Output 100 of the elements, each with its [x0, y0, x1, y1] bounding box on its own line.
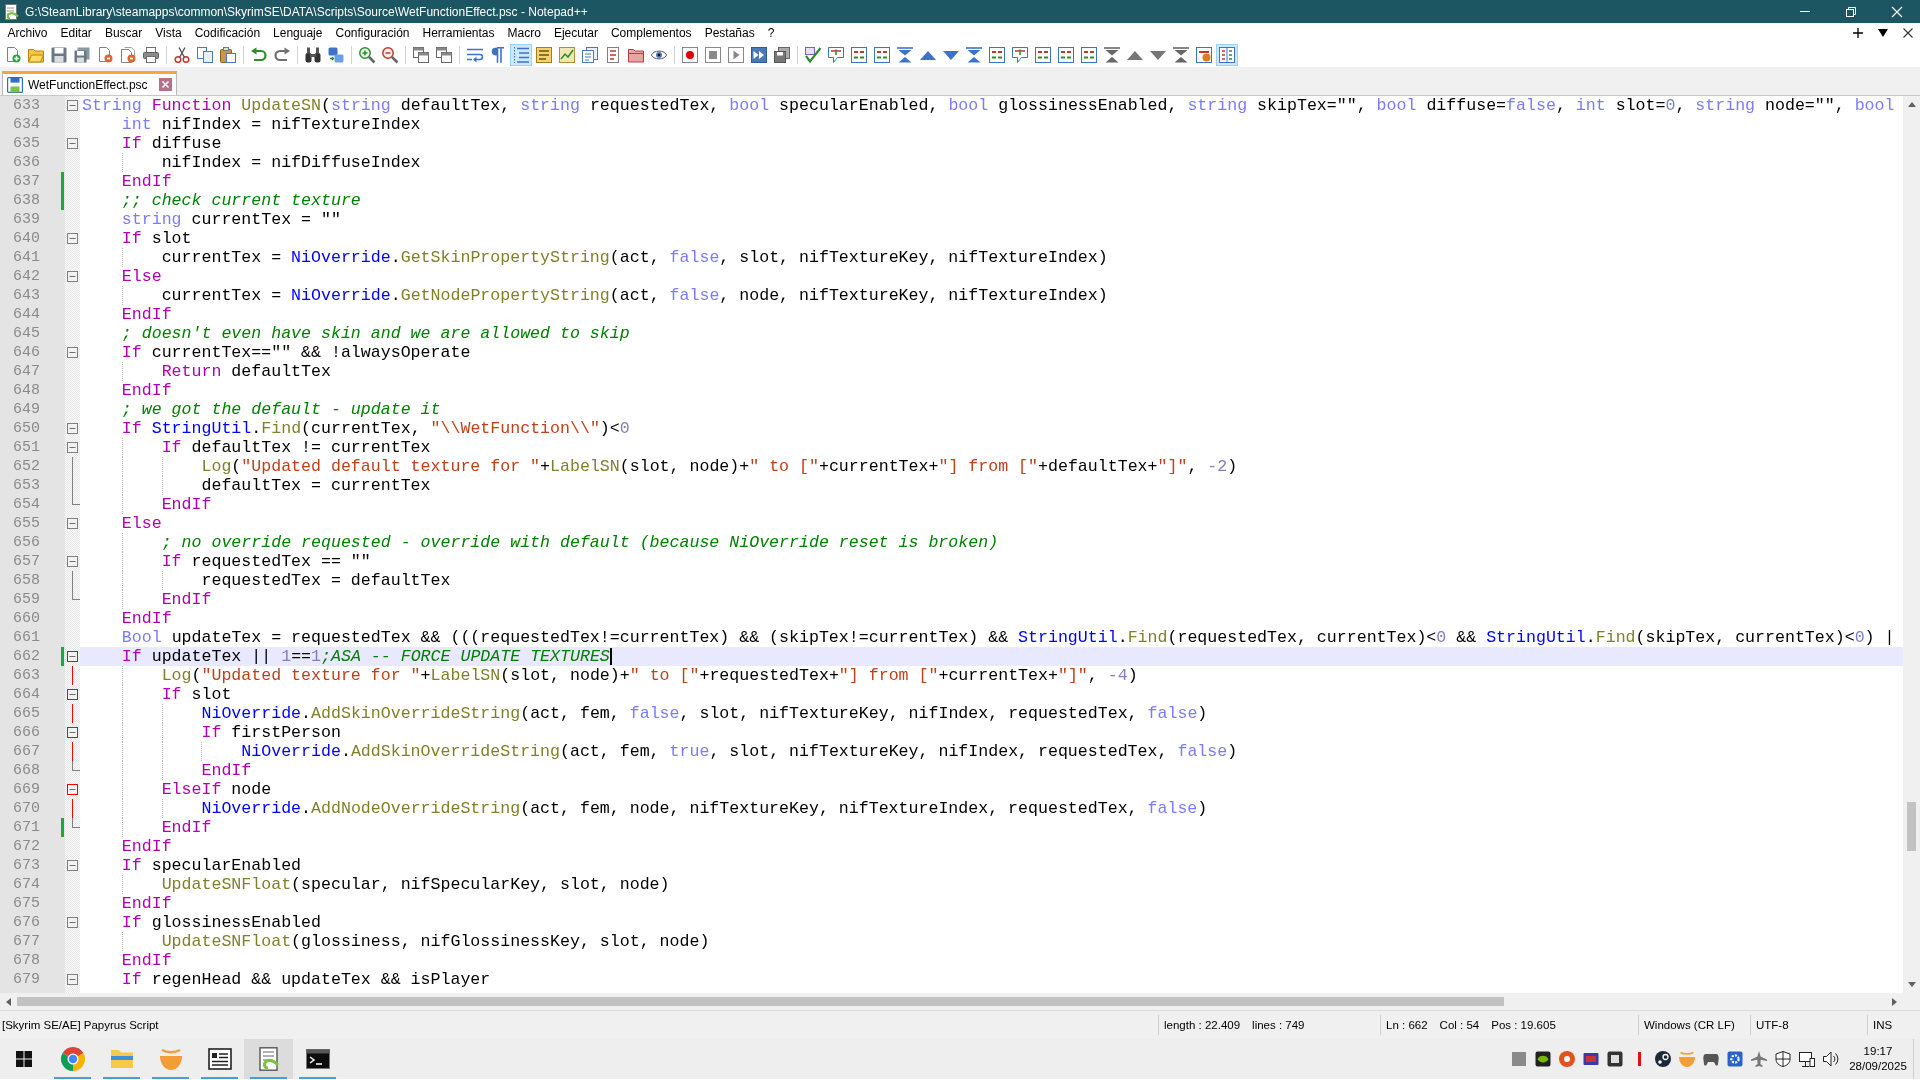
- collapse-icon[interactable]: [67, 784, 78, 795]
- file-tab[interactable]: WetFunctionEffect.psc: [2, 71, 177, 95]
- menu-item[interactable]: ?: [761, 24, 781, 42]
- collapse-icon[interactable]: [67, 917, 78, 928]
- toolbar-button[interactable]: [848, 44, 870, 66]
- line-number: 675: [13, 894, 40, 913]
- restore-icon: [1846, 6, 1856, 17]
- vertical-scrollbar[interactable]: [1903, 96, 1920, 993]
- line-number: 635: [13, 134, 40, 153]
- gamepad-icon[interactable]: [1703, 1051, 1719, 1067]
- menu-item[interactable]: Buscar: [98, 24, 149, 42]
- clock-date[interactable]: 28/09/2025: [1849, 1059, 1907, 1074]
- collapse-icon[interactable]: [67, 423, 78, 434]
- toolbar-button[interactable]: [433, 44, 455, 66]
- collapse-icon[interactable]: [67, 347, 78, 358]
- clock-time[interactable]: 19:17: [1863, 1044, 1893, 1059]
- menu-item[interactable]: Configuración: [328, 24, 416, 42]
- triangle-up-icon[interactable]: [1907, 102, 1916, 107]
- disc-icon[interactable]: [1655, 1051, 1671, 1067]
- badge-icon[interactable]: [1535, 1051, 1551, 1067]
- screen-icon[interactable]: [1583, 1051, 1599, 1067]
- collapse-icon[interactable]: [67, 556, 78, 567]
- line-number: 642: [13, 267, 40, 286]
- square-icon[interactable]: [1511, 1051, 1527, 1067]
- collapse-icon[interactable]: [67, 518, 78, 529]
- collapse-icon[interactable]: [67, 100, 78, 111]
- menu-item[interactable]: Vista: [148, 24, 189, 42]
- toolbar-button[interactable]: [1032, 44, 1054, 66]
- code-line: EndIf: [121, 894, 172, 913]
- airplane-icon[interactable]: [1751, 1051, 1767, 1067]
- close-icon[interactable]: [1902, 28, 1913, 38]
- plus-icon[interactable]: [1852, 28, 1863, 38]
- toolbar-button[interactable]: [1193, 44, 1215, 66]
- article-icon: [207, 1047, 232, 1071]
- collapse-icon[interactable]: [67, 138, 78, 149]
- collapse-icon[interactable]: [67, 442, 78, 453]
- menu-item[interactable]: Herramientas: [416, 24, 502, 42]
- menu-item[interactable]: Pestañas: [698, 24, 762, 42]
- triangle-left-icon[interactable]: [6, 997, 11, 1006]
- menu-item[interactable]: Editar: [54, 24, 99, 42]
- collapse-icon[interactable]: [67, 860, 78, 871]
- toolbar-button[interactable]: [986, 44, 1008, 66]
- code-line: ; doesn't even have skin and we are allowed to skip: [121, 324, 630, 343]
- line-number: 665: [13, 704, 40, 723]
- list-icon: [874, 47, 890, 63]
- collapse-icon[interactable]: [67, 689, 78, 700]
- toolbar-button[interactable]: [217, 44, 239, 66]
- indent-guide-icon: [513, 47, 529, 63]
- line-number: 667: [13, 742, 40, 761]
- speaker-icon[interactable]: [1823, 1051, 1839, 1067]
- windows-stack-icon: [436, 47, 452, 63]
- new-file-icon: [5, 47, 21, 63]
- toolbar-button[interactable]: [1055, 44, 1077, 66]
- windows-stack-icon: [413, 47, 429, 63]
- toolbar-button[interactable]: [356, 44, 378, 66]
- start-icon: [16, 1051, 32, 1067]
- line-number: 636: [13, 153, 40, 172]
- menu-item[interactable]: Archivo: [1, 24, 54, 42]
- toolbar-button[interactable]: [140, 44, 162, 66]
- toolbar-button[interactable]: [871, 44, 893, 66]
- toolbar-button[interactable]: [1078, 44, 1100, 66]
- scrollbar-thumb[interactable]: [1907, 802, 1916, 851]
- collapse-icon[interactable]: [67, 727, 78, 738]
- map-icon: [559, 47, 575, 63]
- collapse-icon[interactable]: [67, 651, 78, 662]
- menu-item[interactable]: Lenguaje: [266, 24, 329, 42]
- gear-icon[interactable]: [1727, 1051, 1743, 1067]
- documents-minus-icon: [120, 47, 136, 63]
- insert-mode-label: INS: [1873, 1019, 1893, 1031]
- column-label: Col : 54: [1439, 1019, 1480, 1031]
- toolbar-button[interactable]: [1170, 44, 1192, 66]
- code-line: EndIf: [161, 590, 212, 609]
- ring-icon[interactable]: [1559, 1051, 1575, 1067]
- toolbar-button[interactable]: [1101, 44, 1123, 66]
- collapse-icon[interactable]: [67, 233, 78, 244]
- menu-item[interactable]: Ejecutar: [547, 24, 605, 42]
- toolbar-button[interactable]: [379, 44, 401, 66]
- code-line: String Function UpdateSN(string defaultTex, string requestedTex, bool specularEnabled, bool glossinessEnabled, string skipTex="", bool diffuse=false, int slot=0, string node="", bool: [82, 96, 1895, 115]
- toolbar-button[interactable]: [771, 44, 793, 66]
- split-list-icon: [1219, 47, 1235, 63]
- triangle-right-icon[interactable]: [1892, 997, 1897, 1006]
- code-line: currentTex = NiOverride.GetNodePropertyString(act, false, node, nifTextureKey, nifTextureIndex): [161, 286, 1108, 305]
- tile-icon[interactable]: [1607, 1051, 1623, 1067]
- collapse-icon[interactable]: [67, 974, 78, 985]
- horizontal-scrollbar[interactable]: [0, 993, 1920, 1010]
- toolbar-button[interactable]: [410, 44, 432, 66]
- bar-icon[interactable]: [1637, 1052, 1641, 1066]
- menu-item[interactable]: Macro: [501, 24, 548, 42]
- monitor-icon[interactable]: [1799, 1051, 1815, 1067]
- collapse-icon[interactable]: [67, 271, 78, 282]
- code-line: Log("Updated texture for "+LabelSN(slot, node)+" to ["+requestedTex+"] from ["+currentTex+"]", -4): [161, 666, 1138, 685]
- triangle-down-icon[interactable]: [1877, 29, 1888, 37]
- menu-item[interactable]: Complementos: [604, 24, 699, 42]
- terminal-icon: [305, 1047, 330, 1071]
- toolbar-button[interactable]: [171, 44, 193, 66]
- scrollbar-thumb[interactable]: [17, 997, 1504, 1006]
- menu-item[interactable]: Codificación: [188, 24, 267, 42]
- toolbar-button[interactable]: [748, 44, 770, 66]
- copy-icon: [197, 47, 213, 63]
- shield-icon[interactable]: [1775, 1051, 1791, 1067]
